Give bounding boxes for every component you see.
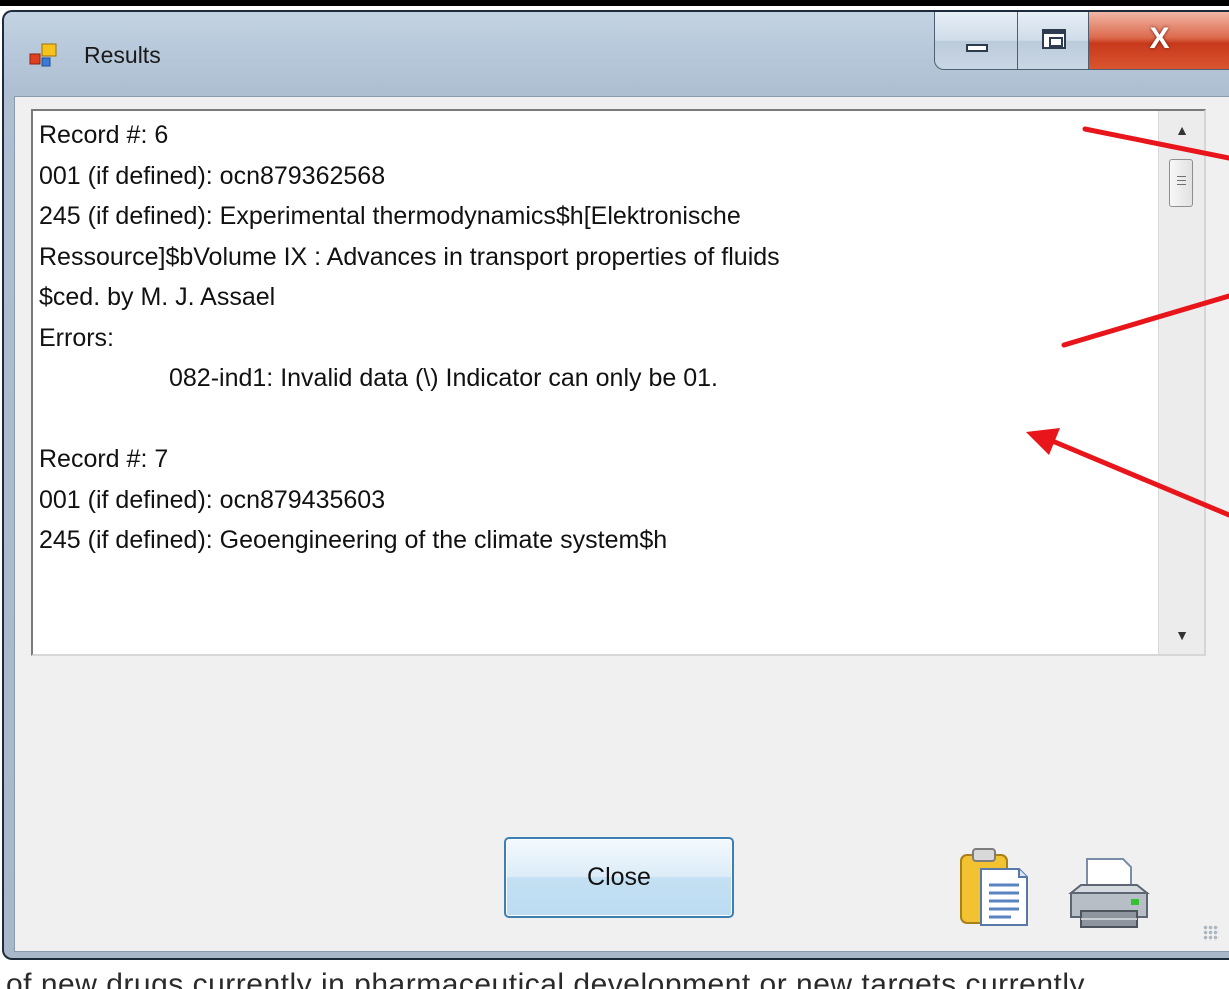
title-bar[interactable]: Results X [4,12,1229,96]
close-window-button[interactable]: X [1088,12,1229,70]
scroll-up-button[interactable]: ▲ [1159,113,1204,147]
minimize-icon [966,44,988,52]
maximize-icon [1042,29,1066,49]
vertical-scrollbar[interactable]: ▲ ▼ [1158,111,1204,654]
result-line: 245 (if defined): Experimental thermodyn… [39,202,741,230]
result-line: Record #: 6 [39,121,169,149]
background-text: of new drugs currently in pharmaceutical… [6,968,1086,989]
scroll-down-button[interactable]: ▼ [1159,618,1204,652]
close-button[interactable]: Close [504,837,734,918]
resize-grip[interactable] [1203,925,1219,941]
close-icon: X [1149,22,1170,55]
printer-icon[interactable] [1065,853,1153,933]
result-line: 245 (if defined): Geoengineering of the … [39,526,668,554]
clipboard-icon[interactable] [957,845,1031,929]
window-title: Results [84,42,161,68]
result-line: 001 (if defined): ocn879362568 [39,161,386,190]
result-line: 082-ind1: Invalid data (\) Indicator can… [169,364,718,392]
result-line: Ressource]$bVolume IX : Advances in tran… [39,242,780,271]
result-line [39,399,1155,440]
maximize-button[interactable] [1017,12,1089,70]
result-line: Errors: [39,323,114,352]
results-textbox[interactable]: Record #: 6 001 (if defined): ocn87936256… [31,109,1206,656]
scrollbar-thumb[interactable] [1169,159,1193,207]
result-line: 001 (if defined): ocn879435603 [39,485,386,514]
client-area: Record #: 6 001 (if defined): ocn87936256… [14,96,1229,952]
result-line: $ced. by M. J. Assael [39,283,276,311]
top-border [0,0,1229,6]
results-lines: Record #: 6 001 (if defined): ocn87936256… [39,115,1155,561]
background-document-text: of new drugs currently in pharmaceutical… [0,960,1229,989]
result-line: Record #: 7 [39,445,169,473]
application-icon [29,43,57,67]
results-window: Results X Record #: 6 001 (if defined): o… [2,10,1229,960]
minimize-button[interactable] [934,12,1018,70]
